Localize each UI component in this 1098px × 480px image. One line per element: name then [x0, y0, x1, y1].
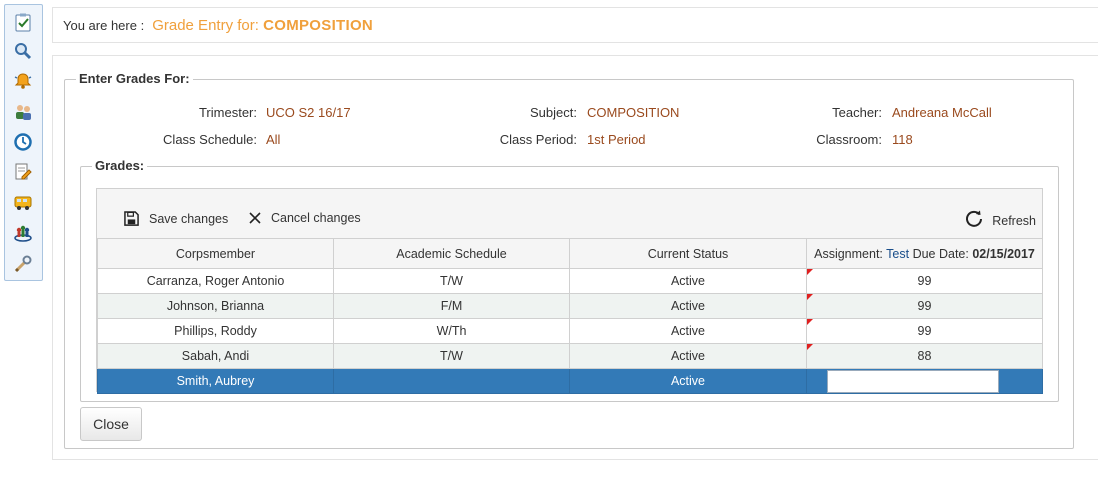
refresh-button[interactable]: Refresh	[964, 208, 1036, 228]
schedule-cell: T/W	[333, 343, 570, 369]
corpsmember-cell: Sabah, Andi	[97, 343, 334, 369]
grade-value: 99	[917, 274, 932, 288]
tools-icon[interactable]	[11, 252, 35, 276]
status-cell: Active	[569, 368, 807, 394]
schedule-cell	[333, 368, 570, 394]
column-header-corpsmember[interactable]: Corpsmember	[97, 238, 334, 269]
schedule-cell: T/W	[333, 268, 570, 294]
teacher-label: Teacher:	[832, 105, 882, 120]
trimester-label: Trimester:	[198, 105, 257, 120]
grade-input[interactable]	[827, 370, 999, 393]
dirty-flag-icon	[807, 294, 813, 300]
column-header-assignment[interactable]: Assignment: Test Due Date: 02/15/2017	[806, 238, 1043, 269]
grades-legend: Grades:	[92, 158, 148, 173]
status-cell: Active	[569, 318, 807, 344]
save-changes-button[interactable]: Save changes	[124, 211, 228, 226]
teacher-value: Andreana McCall	[892, 105, 992, 120]
subject-label: Subject:	[530, 105, 577, 120]
clock-icon[interactable]	[11, 130, 35, 154]
class-schedule-label: Class Schedule:	[163, 132, 257, 147]
icon-toolbar	[4, 4, 43, 281]
cancel-changes-button[interactable]: Cancel changes	[249, 211, 361, 225]
grade-cell[interactable]: 88	[806, 343, 1043, 369]
save-icon	[124, 211, 139, 226]
corpsmember-cell: Johnson, Brianna	[97, 293, 334, 319]
close-icon	[249, 212, 261, 224]
table-row[interactable]: Sabah, Andi T/W Active 88	[97, 343, 1043, 369]
page-title-prefix: Grade Entry for:	[152, 16, 259, 34]
table-row[interactable]: Johnson, Brianna F/M Active 99	[97, 293, 1043, 319]
grade-cell[interactable]: 99	[806, 318, 1043, 344]
page-title-subject: COMPOSITION	[263, 16, 374, 34]
group-icon[interactable]	[11, 221, 35, 245]
column-header-current-status[interactable]: Current Status	[569, 238, 807, 269]
trimester-value: UCO S2 16/17	[266, 105, 351, 120]
cancel-changes-label: Cancel changes	[271, 211, 361, 225]
grade-value: 88	[917, 349, 932, 363]
grade-cell-editing[interactable]	[806, 368, 1043, 394]
column-header-academic-schedule[interactable]: Academic Schedule	[333, 238, 570, 269]
clipboard-check-icon[interactable]	[11, 10, 35, 34]
subject-value: COMPOSITION	[587, 105, 680, 120]
due-date-prefix: Due Date:	[912, 246, 969, 261]
status-cell: Active	[569, 293, 807, 319]
refresh-label: Refresh	[992, 214, 1036, 228]
corpsmember-cell: Phillips, Roddy	[97, 318, 334, 344]
classroom-value: 118	[892, 132, 913, 147]
users-icon[interactable]	[11, 100, 35, 124]
corpsmember-cell: Smith, Aubrey	[97, 368, 334, 394]
schedule-cell: F/M	[333, 293, 570, 319]
grades-grid: Save changes Cancel changes Refresh Corp…	[96, 188, 1043, 394]
grid-toolbar: Save changes Cancel changes Refresh	[97, 189, 1042, 238]
corpsmember-cell: Carranza, Roger Antonio	[97, 268, 334, 294]
class-period-value: 1st Period	[587, 132, 646, 147]
table-row-selected[interactable]: Smith, Aubrey Active	[97, 368, 1043, 394]
dirty-flag-icon	[807, 344, 813, 350]
page-title: Grade Entry for: COMPOSITION	[152, 17, 373, 34]
status-cell: Active	[569, 268, 807, 294]
assignment-prefix: Assignment:	[814, 246, 883, 261]
dirty-flag-icon	[807, 319, 813, 325]
grade-value: 99	[917, 299, 932, 313]
due-date-value: 02/15/2017	[972, 246, 1035, 261]
save-changes-label: Save changes	[149, 211, 229, 226]
bus-icon[interactable]	[11, 190, 35, 214]
edit-document-icon[interactable]	[11, 160, 35, 184]
table-row[interactable]: Carranza, Roger Antonio T/W Active 99	[97, 268, 1043, 294]
close-button[interactable]: Close	[80, 407, 142, 441]
classroom-label: Classroom:	[816, 132, 882, 147]
breadcrumb-label: You are here :	[63, 17, 145, 33]
alarm-bell-icon[interactable]	[11, 69, 35, 93]
class-period-label: Class Period:	[499, 132, 577, 147]
enter-grades-legend: Enter Grades For:	[76, 71, 193, 86]
search-icon[interactable]	[11, 39, 35, 63]
grade-value: 99	[917, 324, 932, 338]
grades-table: Corpsmember Academic Schedule Current St…	[97, 238, 1043, 394]
dirty-flag-icon	[807, 269, 813, 275]
grade-cell[interactable]: 99	[806, 293, 1043, 319]
status-cell: Active	[569, 343, 807, 369]
schedule-cell: W/Th	[333, 318, 570, 344]
grade-cell[interactable]: 99	[806, 268, 1043, 294]
assignment-name[interactable]: Test	[886, 247, 909, 261]
breadcrumb: You are here : Grade Entry for: COMPOSIT…	[52, 7, 1098, 43]
refresh-icon	[966, 210, 983, 227]
table-row[interactable]: Phillips, Roddy W/Th Active 99	[97, 318, 1043, 344]
class-schedule-value: All	[266, 132, 281, 147]
